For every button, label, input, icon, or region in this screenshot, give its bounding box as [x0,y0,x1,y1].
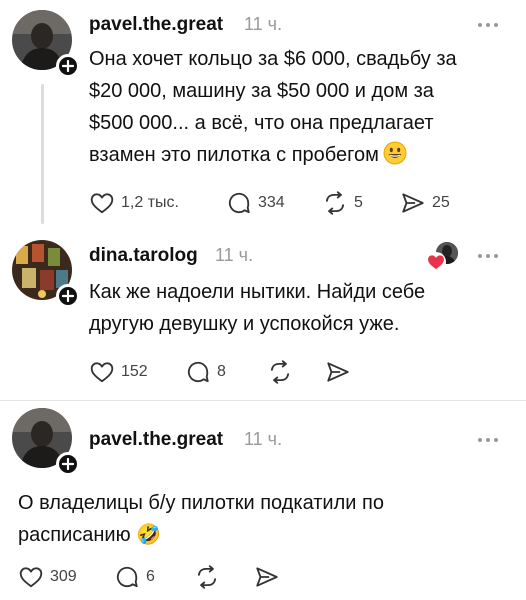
like-button[interactable]: 309 [18,562,77,592]
send-icon [402,193,424,213]
comment-icon [228,192,250,214]
comment-count: 8 [217,363,226,380]
heart-icon [90,362,114,383]
comment-count: 334 [258,194,285,211]
post-text-line: О владелицы б/у пилотки подкатили по [18,492,384,514]
repost-button[interactable]: 5 [322,188,363,218]
send-icon [256,567,278,587]
follow-plus-icon[interactable] [56,54,80,78]
follow-plus-icon[interactable] [56,452,80,476]
post-text-line: расписанию 🤣 [18,524,162,546]
share-button[interactable] [325,357,351,387]
more-options-icon[interactable] [478,251,504,261]
like-button[interactable]: 152 [89,357,148,387]
repost-icon [270,360,290,384]
heart-icon [90,193,114,214]
post-text-line: взамен это пилотка с пробегом [89,139,509,171]
repost-icon [325,191,345,215]
repost-icon [197,565,217,589]
comment-icon [187,361,209,383]
like-count: 1,2 тыс. [121,194,179,211]
post-text: Она хочет кольцо за $6 000, свадьбу за $… [89,43,509,171]
post-time: 11 ч. [244,14,283,34]
like-count: 152 [121,363,148,380]
post-text-line: $20 000, машину за $50 000 и дом за [89,80,434,102]
post-text: О владелицы б/у пилотки подкатили по рас… [18,487,508,551]
post-username[interactable]: pavel.the.great [89,429,223,451]
share-button[interactable] [254,562,280,592]
grinning-face-emoji [383,141,407,165]
comment-button[interactable]: 334 [226,188,285,218]
divider [0,400,526,401]
share-count: 25 [432,194,450,211]
avatar[interactable] [12,10,80,78]
post-username[interactable]: pavel.the.great [89,14,223,36]
comment-button[interactable]: 6 [114,562,155,592]
post-text-line: $500 000... а всё, что она предлагает [89,112,434,134]
follow-plus-icon[interactable] [56,284,80,308]
heart-icon [19,567,43,588]
comment-button[interactable]: 8 [185,357,226,387]
repost-count: 5 [354,194,363,211]
post-username[interactable]: dina.tarolog [89,245,198,267]
like-button[interactable]: 1,2 тыс. [89,188,179,218]
comment-icon [116,566,138,588]
post-text-line-content: взамен это пилотка с пробегом [89,144,379,166]
send-icon [327,362,349,382]
share-button[interactable]: 25 [400,188,450,218]
post-time: 11 ч. [215,245,254,265]
post-time: 11 ч. [244,429,283,449]
repost-button[interactable] [194,562,220,592]
post-text-line: Как же надоели нытики. Найди себе [89,281,426,303]
post-text-line: Она хочет кольцо за $6 000, свадьбу за [89,48,457,70]
post-text-line: другую девушку и успокойся уже. [89,313,400,335]
avatar[interactable] [12,240,80,308]
repost-button[interactable] [267,357,293,387]
thread-line [41,84,44,224]
more-options-icon[interactable] [478,20,504,30]
avatar[interactable] [12,408,80,476]
post-text: Как же надоели нытики. Найди себе другую… [89,276,509,340]
author-liked-badge [426,242,460,272]
heart-icon [426,252,446,272]
comment-count: 6 [146,568,155,585]
more-options-icon[interactable] [478,435,504,445]
like-count: 309 [50,568,77,585]
